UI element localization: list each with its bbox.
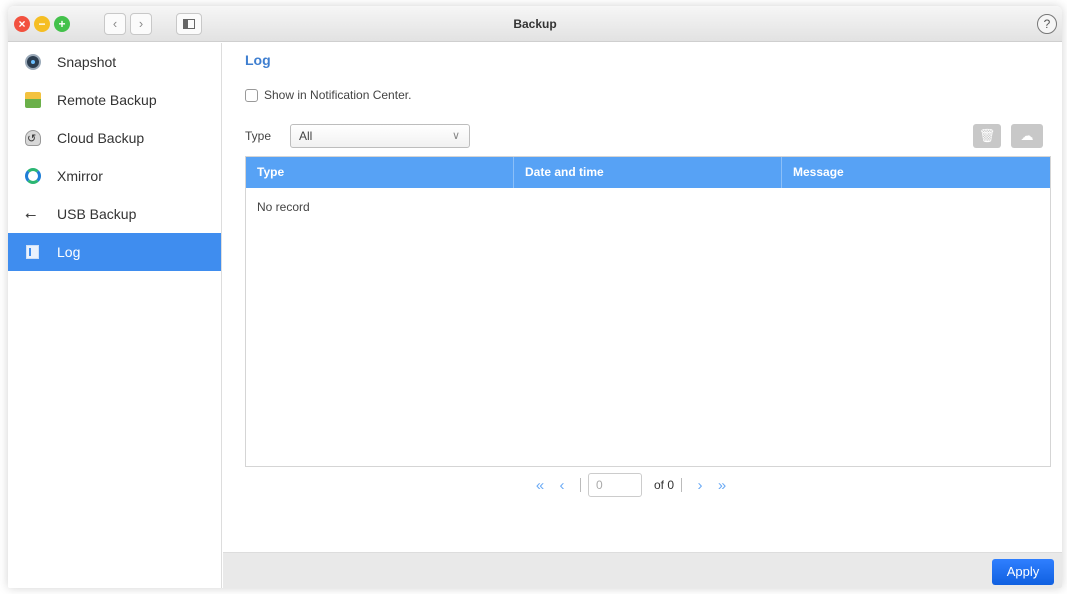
sidebar: Snapshot Remote Backup Cloud Backup Xmir… (8, 43, 222, 588)
pagination: « ‹ 0 of 0 › » (529, 473, 733, 497)
sidebar-item-snapshot[interactable]: Snapshot (8, 43, 221, 81)
sidebar-item-log[interactable]: Log (8, 233, 221, 271)
sidebar-item-label: Cloud Backup (57, 130, 145, 146)
trash-icon: 🗑 (978, 128, 996, 143)
notification-checkbox[interactable] (245, 88, 258, 102)
log-table: Type Date and time Message No record (245, 156, 1051, 467)
backup-window: × − + ‹ › Backup ? Snapshot Remote Backu… (8, 6, 1062, 588)
sidebar-item-xmirror[interactable]: Xmirror (8, 157, 221, 195)
page-number-input[interactable]: 0 (588, 473, 642, 497)
sidebar-item-label: USB Backup (57, 206, 137, 222)
column-header-message[interactable]: Message (782, 157, 1050, 188)
sidebar-item-label: Log (57, 244, 81, 260)
xmirror-icon (25, 168, 41, 184)
notification-label: Show in Notification Center. (264, 88, 412, 102)
sidebar-item-remote-backup[interactable]: Remote Backup (8, 81, 221, 119)
column-header-type[interactable]: Type (246, 157, 514, 188)
log-icon (26, 245, 39, 259)
sidebar-item-cloud-backup[interactable]: Cloud Backup (8, 119, 221, 158)
pager-divider (681, 478, 683, 492)
cloud-download-icon: ☁ (1020, 128, 1034, 143)
help-button[interactable]: ? (1037, 14, 1057, 34)
type-filter-value: All (299, 129, 313, 143)
pager-divider (580, 478, 581, 492)
notification-option[interactable]: Show in Notification Center. (245, 87, 411, 103)
cloud-backup-icon (25, 120, 41, 158)
sidebar-item-label: Xmirror (57, 168, 103, 184)
type-filter-select[interactable]: All ∨ (290, 124, 470, 148)
main-panel: Log Show in Notification Center. Type Al… (223, 43, 1062, 588)
title-bar: × − + ‹ › Backup ? (8, 6, 1062, 42)
first-page-button[interactable]: « (529, 477, 551, 494)
page-title: Log (245, 52, 271, 68)
previous-page-button[interactable]: ‹ (551, 477, 573, 494)
chevron-down-icon: ∨ (451, 130, 460, 142)
footer-bar: Apply (223, 552, 1062, 588)
remote-backup-icon (25, 92, 41, 108)
apply-button[interactable]: Apply (992, 559, 1054, 585)
last-page-button[interactable]: » (711, 477, 733, 494)
column-header-date-time[interactable]: Date and time (514, 157, 782, 188)
usb-icon: ⭠ (25, 206, 37, 222)
page-count-text: of 0 (654, 478, 675, 492)
type-filter-label: Type (245, 129, 272, 143)
table-header: Type Date and time Message (246, 157, 1050, 188)
sidebar-item-label: Remote Backup (57, 92, 157, 108)
export-log-button[interactable]: ☁ (1011, 124, 1043, 148)
delete-log-button[interactable]: 🗑 (973, 124, 1001, 148)
window-title: Backup (513, 17, 557, 31)
sidebar-item-usb-backup[interactable]: ⭠ USB Backup (8, 195, 221, 233)
next-page-button[interactable]: › (689, 477, 711, 494)
sidebar-item-label: Snapshot (57, 54, 117, 70)
empty-table-message: No record (257, 200, 310, 214)
snapshot-icon (25, 54, 41, 70)
